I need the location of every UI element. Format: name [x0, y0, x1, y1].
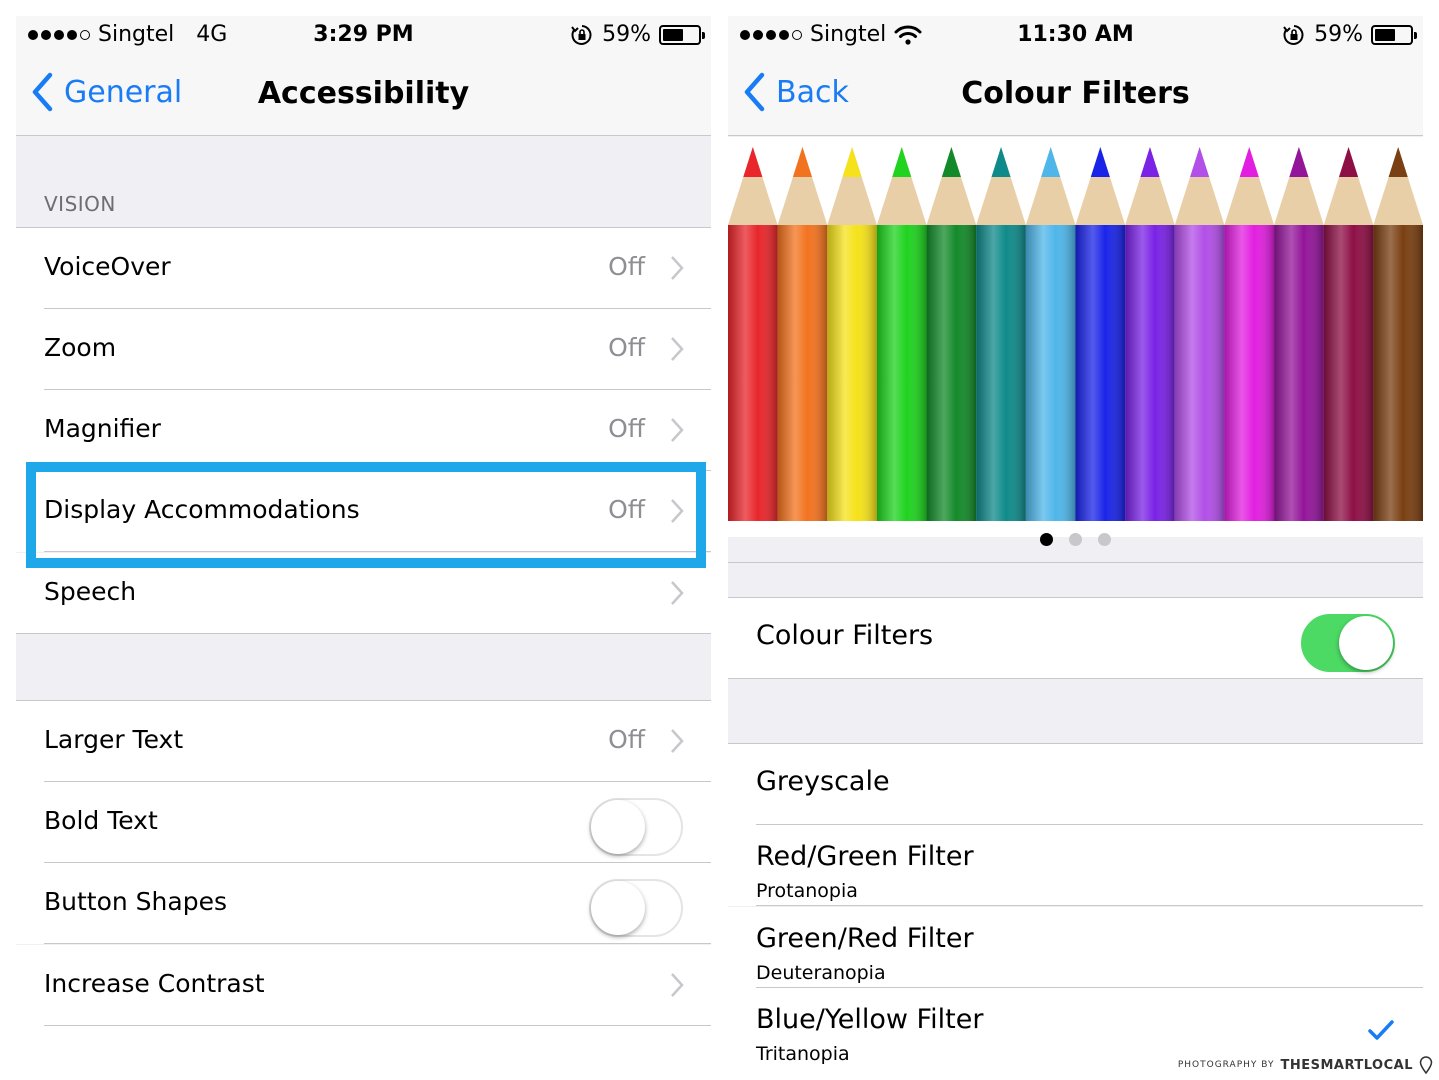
row-magnifier[interactable]: Magnifier Off — [16, 390, 711, 471]
pencil — [926, 147, 977, 521]
rotation-lock-icon — [1283, 24, 1304, 45]
row-value: Off — [608, 333, 645, 362]
pencil — [777, 147, 828, 521]
chevron-left-icon — [32, 72, 53, 112]
pencil — [1174, 147, 1225, 521]
battery-percent: 59% — [1314, 22, 1363, 47]
chevron-right-icon — [671, 581, 684, 605]
bold-text-toggle[interactable] — [589, 798, 683, 856]
back-label: Back — [776, 74, 849, 110]
pencil — [1274, 147, 1324, 521]
accessibility-screen: Singtel 4G 3:29 PM 59% General Accessibi… — [16, 16, 711, 1064]
row-value: Off — [608, 495, 645, 524]
pencil — [1075, 147, 1126, 521]
row-separator — [728, 678, 1423, 679]
row-separator — [44, 551, 711, 552]
page-dot[interactable] — [1098, 533, 1111, 546]
chevron-right-icon — [671, 256, 684, 280]
pencil — [1373, 147, 1423, 521]
toggle-knob — [591, 881, 645, 935]
row-label: Greyscale — [756, 766, 890, 797]
row-label: Blue/Yellow Filter — [756, 1004, 984, 1035]
row-label: Red/Green Filter — [756, 841, 974, 872]
back-button-general[interactable]: General — [30, 72, 182, 112]
pencil — [1025, 147, 1076, 521]
row-label: Green/Red Filter — [756, 923, 974, 954]
location-pin-icon — [1419, 1056, 1433, 1074]
navigation-bar: Back Colour Filters — [728, 56, 1423, 136]
pencil — [827, 147, 877, 521]
rotation-lock-icon — [571, 24, 592, 45]
chevron-right-icon — [671, 499, 684, 523]
row-button-shapes: Button Shapes — [16, 863, 711, 944]
colour-filters-screen: Singtel 11:30 AM 59% Back Colour Filters — [728, 16, 1423, 1064]
row-value: Off — [608, 725, 645, 754]
row-subtitle: Protanopia — [756, 880, 858, 902]
pencil — [728, 147, 778, 521]
row-filter-blue-yellow[interactable]: Blue/Yellow Filter Tritanopia — [728, 988, 1423, 1064]
row-separator — [16, 633, 711, 634]
watermark-brand: THESMARTLOCAL — [1280, 1057, 1413, 1073]
pencil — [1323, 147, 1374, 521]
checkmark-icon — [1368, 1020, 1394, 1040]
row-label: Magnifier — [44, 414, 161, 443]
navigation-bar: General Accessibility — [16, 56, 711, 136]
row-speech[interactable]: Speech — [16, 553, 711, 634]
row-colour-filters: Colour Filters — [728, 598, 1423, 679]
row-filter-greyscale[interactable]: Greyscale — [728, 744, 1423, 825]
row-separator — [756, 905, 1423, 906]
row-label: Increase Contrast — [44, 969, 265, 998]
watermark: PHOTOGRAPHY BY THESMARTLOCAL — [1178, 1056, 1433, 1074]
row-bold-text: Bold Text — [16, 782, 711, 863]
row-value: Off — [608, 414, 645, 443]
toggle-knob — [591, 800, 645, 854]
status-bar: Singtel 4G 3:29 PM 59% — [16, 16, 711, 56]
row-larger-text[interactable]: Larger Text Off — [16, 701, 711, 782]
section-header-vision: VISION — [44, 192, 116, 216]
pencil — [976, 147, 1026, 521]
row-label: Speech — [44, 577, 137, 606]
row-voiceover[interactable]: VoiceOver Off — [16, 228, 711, 309]
divider — [728, 562, 1423, 563]
colour-filters-toggle[interactable] — [1301, 614, 1395, 672]
row-subtitle: Tritanopia — [756, 1043, 850, 1064]
page-dot[interactable] — [1069, 533, 1082, 546]
row-label: Zoom — [44, 333, 117, 362]
battery-icon — [659, 24, 705, 45]
row-label: VoiceOver — [44, 252, 171, 281]
chevron-right-icon — [671, 973, 684, 997]
row-label: Bold Text — [44, 806, 158, 835]
chevron-right-icon — [671, 729, 684, 753]
chevron-right-icon — [671, 337, 684, 361]
row-display-accommodations[interactable]: Display Accommodations Off — [16, 471, 711, 552]
row-separator — [44, 943, 711, 944]
row-increase-contrast[interactable]: Increase Contrast — [16, 945, 711, 1026]
row-zoom[interactable]: Zoom Off — [16, 309, 711, 390]
row-filter-green-red[interactable]: Green/Red Filter Deuteranopia — [728, 907, 1423, 988]
button-shapes-toggle[interactable] — [589, 879, 683, 937]
row-label: Larger Text — [44, 725, 184, 754]
colour-pencils-preview[interactable] — [728, 147, 1423, 521]
chevron-right-icon — [671, 418, 684, 442]
status-bar: Singtel 11:30 AM 59% — [728, 16, 1423, 56]
watermark-prefix: PHOTOGRAPHY BY — [1177, 1060, 1275, 1070]
row-value: Off — [608, 252, 645, 281]
chevron-left-icon — [744, 72, 765, 112]
pencil — [876, 147, 927, 521]
pencil — [1224, 147, 1275, 521]
row-partially-hidden[interactable] — [16, 1026, 711, 1064]
row-label: Colour Filters — [756, 620, 934, 651]
row-subtitle: Deuteranopia — [756, 962, 886, 984]
pencil — [1125, 147, 1175, 521]
row-label: Display Accommodations — [44, 495, 360, 524]
back-label: General — [64, 74, 183, 110]
battery-percent: 59% — [602, 22, 651, 47]
row-filter-red-green[interactable]: Red/Green Filter Protanopia — [728, 825, 1423, 906]
page-dot[interactable] — [1040, 533, 1053, 546]
row-label: Button Shapes — [44, 887, 227, 916]
toggle-knob — [1339, 616, 1393, 670]
page-indicator — [728, 533, 1423, 546]
battery-icon — [1371, 24, 1417, 45]
back-button[interactable]: Back — [742, 72, 849, 112]
